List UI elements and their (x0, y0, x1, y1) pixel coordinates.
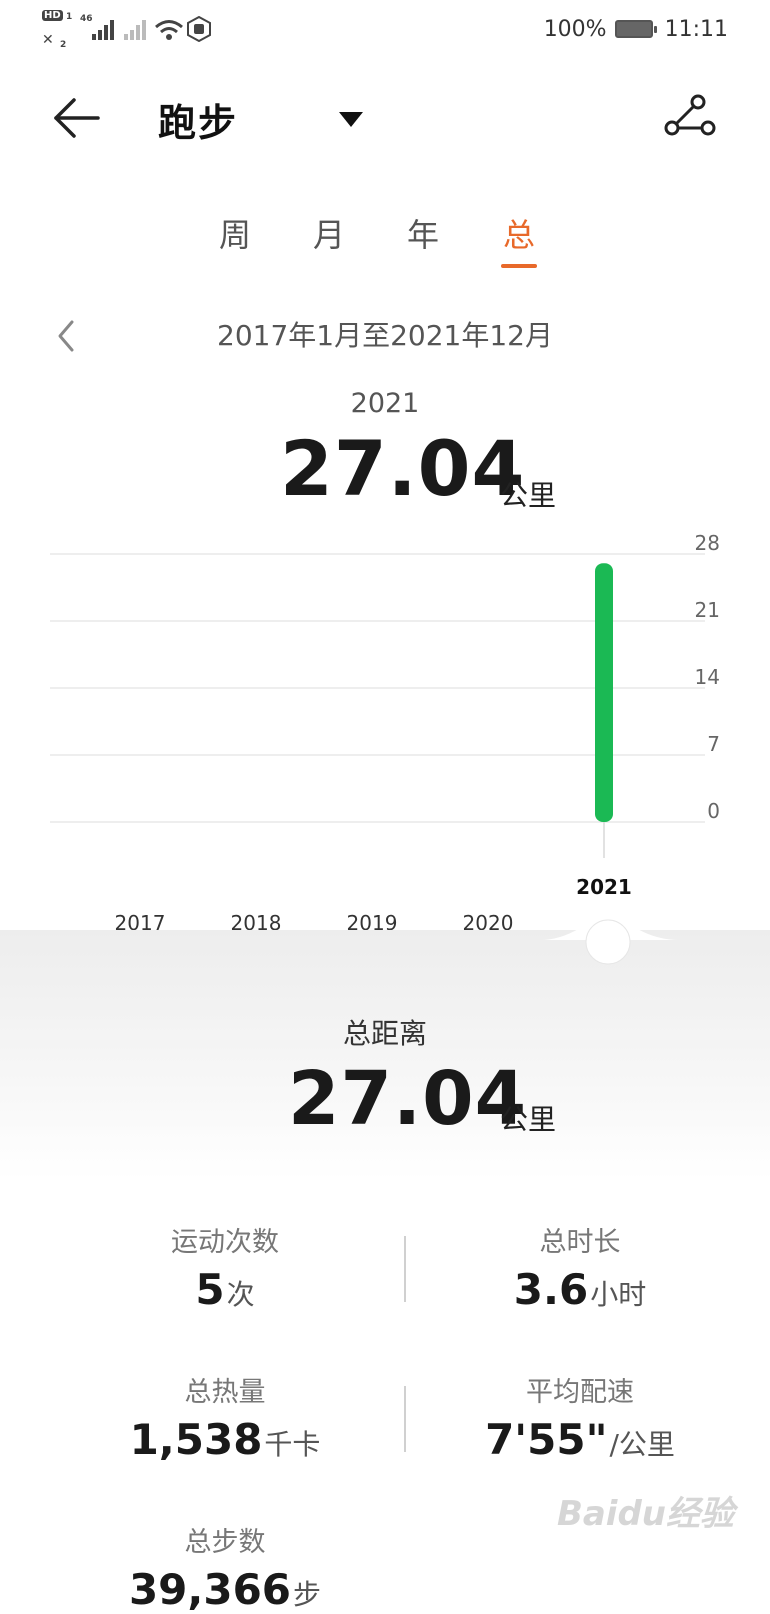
stat-unit: /公里 (609, 1428, 675, 1461)
total-distance-value: 27.04 (288, 1056, 528, 1142)
selection-handle[interactable] (585, 919, 631, 965)
date-range: 2017年1月至2021年12月 (217, 319, 553, 352)
y-tick-label: 28 (695, 531, 720, 555)
stat-value: 3.6 (513, 1265, 589, 1314)
stat-divider (404, 1236, 406, 1302)
stat-value: 7'55" (485, 1415, 608, 1464)
stat-total-calories: 总热量 1,538千卡 (60, 1370, 390, 1464)
stat-label: 总步数 (184, 1527, 266, 1558)
sim2-label: 2 (60, 40, 67, 50)
network-type: 46 (80, 14, 93, 24)
status-bar-right: 100% 11:11 (544, 14, 728, 44)
sport-type-dropdown[interactable] (336, 108, 366, 132)
share-button[interactable] (660, 90, 720, 150)
stat-label: 总热量 (184, 1377, 266, 1408)
signal-2-icon (124, 20, 146, 40)
arrow-left-icon (54, 98, 100, 138)
stat-unit: 小时 (590, 1278, 647, 1311)
selected-year: 2021 (350, 388, 420, 419)
stat-label: 平均配速 (526, 1377, 634, 1408)
stat-label: 总时长 (539, 1227, 621, 1258)
selected-distance-value: 27.04 (280, 424, 526, 513)
sim1-label: 1 (66, 12, 73, 22)
missed-call-icon: ✕ (42, 32, 54, 48)
stat-label: 运动次数 (171, 1227, 279, 1258)
battery-icon (614, 20, 657, 38)
tab-active-indicator (501, 264, 537, 268)
total-distance-label: 总距离 (342, 1017, 427, 1050)
selected-distance-unit: 公里 (500, 479, 557, 512)
back-button[interactable] (40, 90, 110, 146)
stat-unit: 次 (226, 1278, 255, 1311)
y-tick-label: 14 (695, 665, 720, 689)
stat-value: 39,366 (128, 1565, 292, 1614)
page-title: 跑步 (158, 101, 239, 145)
stat-total-duration: 总时长 3.6小时 (415, 1220, 745, 1314)
stat-unit: 千卡 (264, 1428, 321, 1461)
battery-percent: 100% (543, 16, 607, 42)
bar-2021 (595, 563, 613, 822)
stat-average-pace: 平均配速 7'55"/公里 (415, 1370, 745, 1464)
status-bar-left: HD 1 ✕ 2 46 (40, 10, 220, 54)
tab-month[interactable]: 月 (294, 210, 364, 256)
tab-year[interactable]: 年 (388, 210, 458, 256)
stat-workout-count: 运动次数 5次 (60, 1220, 390, 1314)
hand-icon (187, 16, 211, 42)
selection-bubble (540, 919, 680, 965)
stat-value: 5 (195, 1265, 225, 1314)
stat-value: 1,538 (129, 1415, 263, 1464)
y-tick-label: 21 (695, 598, 720, 622)
clock: 11:11 (664, 16, 728, 42)
stat-divider (404, 1386, 406, 1452)
period-tabs: 周 月 年 总 (190, 210, 570, 272)
chevron-left-icon (58, 320, 74, 352)
previous-range-button[interactable] (52, 316, 82, 356)
wifi-icon (155, 20, 183, 40)
signal-icon (92, 20, 114, 40)
y-tick-label: 7 (707, 732, 720, 756)
total-distance-unit: 公里 (500, 1103, 557, 1136)
share-icon (664, 94, 716, 136)
baidu-watermark: Baidu经验 (556, 1494, 734, 1534)
stat-unit: 步 (293, 1578, 322, 1611)
distance-chart[interactable]: 071421282017 2018 2019 20202021 (0, 520, 770, 940)
y-tick-label: 0 (707, 799, 720, 823)
hd-badge: HD (42, 10, 63, 21)
triangle-down-icon (339, 112, 363, 127)
tab-week[interactable]: 周 (200, 210, 270, 256)
tab-total[interactable]: 总 (484, 210, 554, 256)
